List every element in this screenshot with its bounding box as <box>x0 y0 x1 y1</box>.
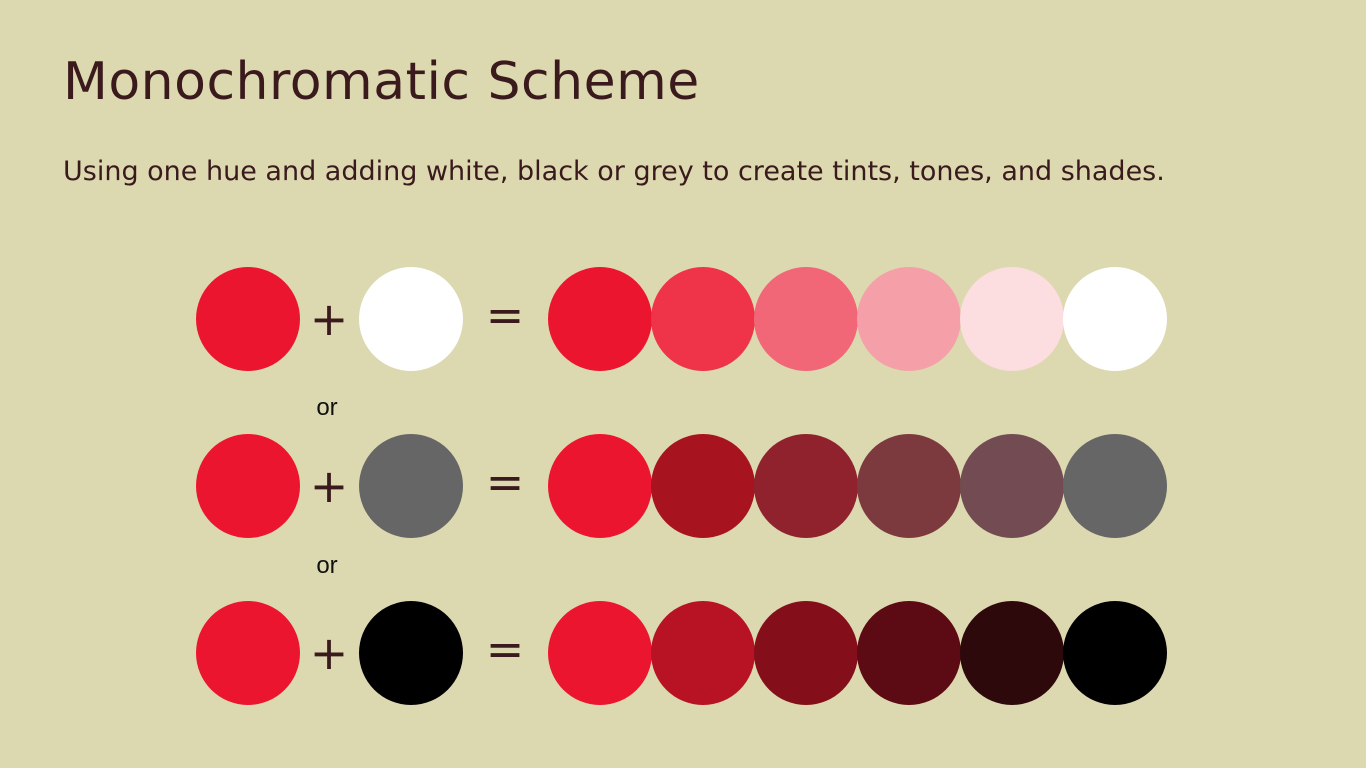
or-label: or <box>316 552 338 579</box>
result-swatch-circle <box>1063 601 1167 705</box>
result-swatch-circle <box>548 434 652 538</box>
result-swatch-circle <box>1063 267 1167 371</box>
result-swatch-circle <box>651 434 755 538</box>
base-color-circle <box>196 601 300 705</box>
equals-sign: = <box>485 455 525 509</box>
result-swatch-circle <box>651 267 755 371</box>
result-swatch-circle <box>960 601 1064 705</box>
result-swatch-circle <box>754 434 858 538</box>
result-swatch-circle <box>548 267 652 371</box>
added-color-circle <box>359 601 463 705</box>
result-swatch-circle <box>857 601 961 705</box>
equals-sign: = <box>485 622 525 676</box>
result-swatch-circle <box>857 267 961 371</box>
base-color-circle <box>196 267 300 371</box>
plus-sign: + <box>309 292 349 346</box>
result-swatch-circle <box>651 601 755 705</box>
plus-sign: + <box>309 626 349 680</box>
added-color-circle <box>359 267 463 371</box>
or-label: or <box>316 394 338 421</box>
equals-sign: = <box>485 288 525 342</box>
result-swatch-circle <box>857 434 961 538</box>
result-swatch-circle <box>548 601 652 705</box>
slide-title: Monochromatic Scheme <box>63 52 700 112</box>
result-swatch-circle <box>960 434 1064 538</box>
slide-subtitle: Using one hue and adding white, black or… <box>63 156 1165 187</box>
result-swatch-circle <box>1063 434 1167 538</box>
added-color-circle <box>359 434 463 538</box>
result-swatch-circle <box>754 601 858 705</box>
plus-sign: + <box>309 459 349 513</box>
result-swatch-circle <box>754 267 858 371</box>
result-swatch-circle <box>960 267 1064 371</box>
base-color-circle <box>196 434 300 538</box>
